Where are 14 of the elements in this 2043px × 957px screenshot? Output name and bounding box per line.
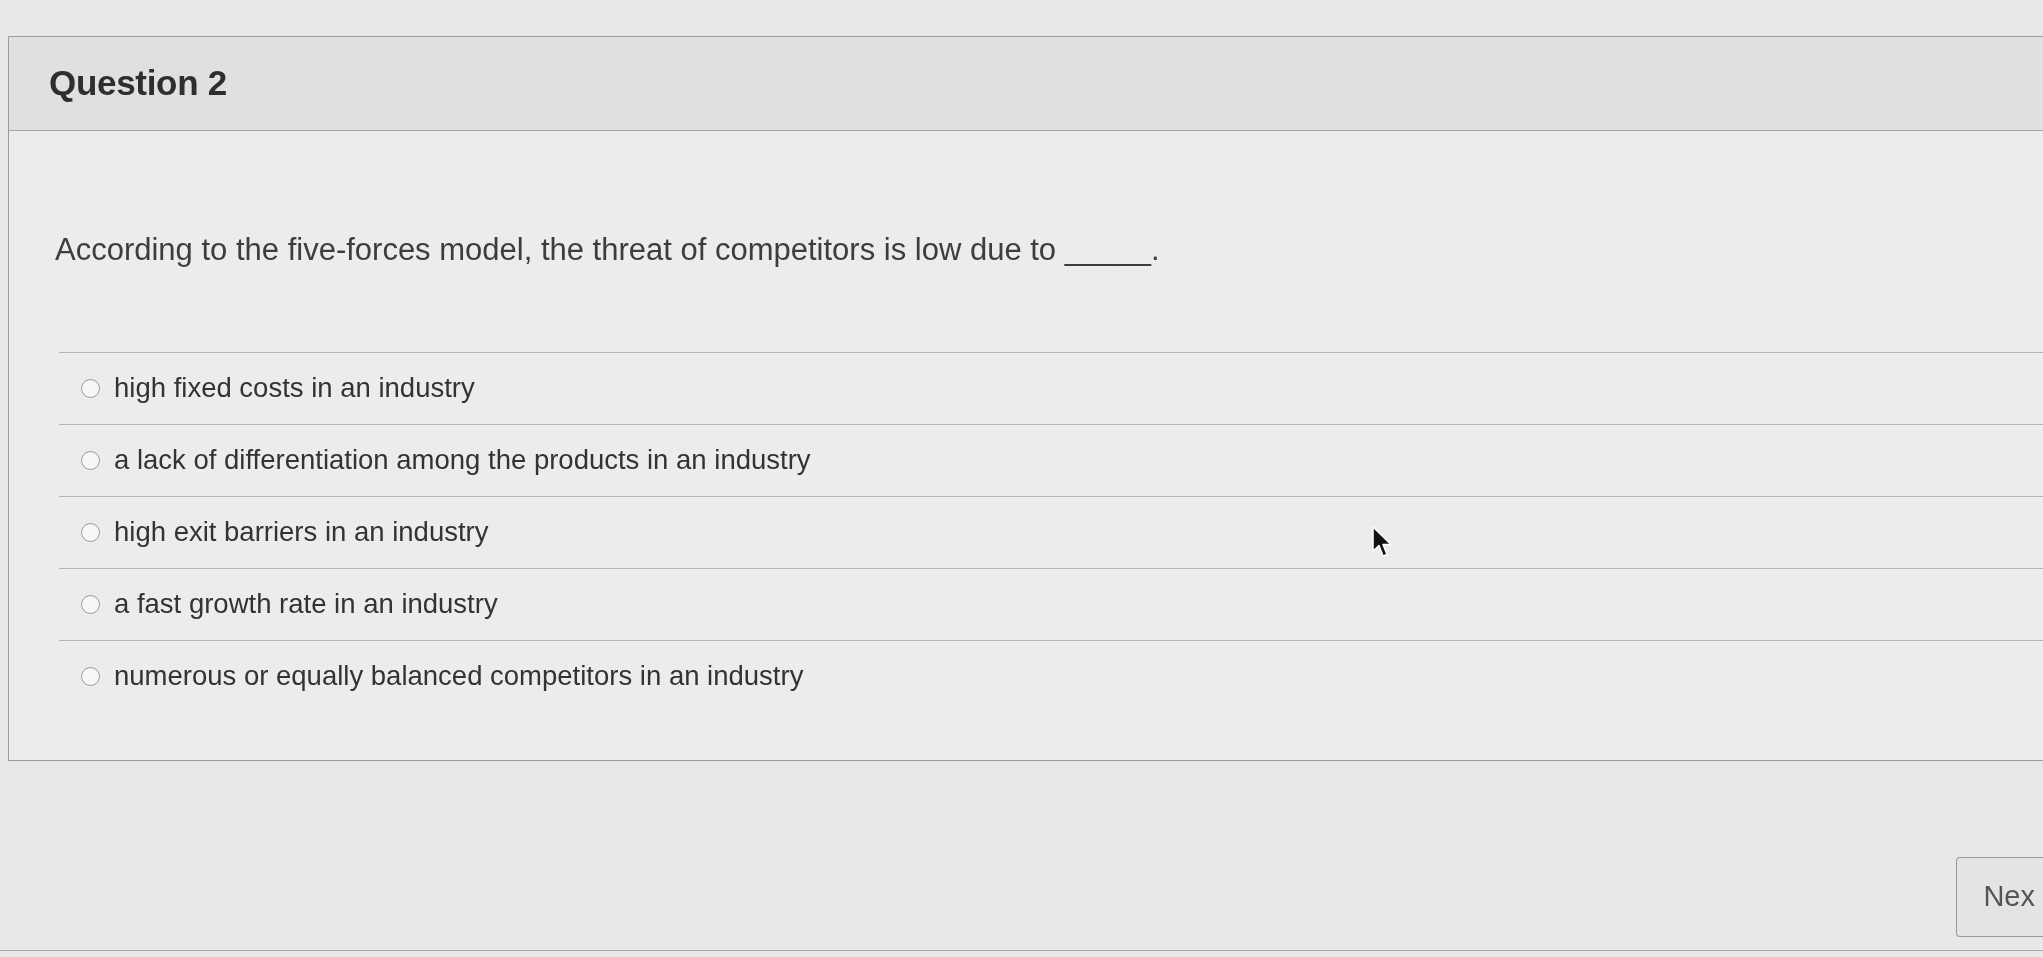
radio-button[interactable] [81, 666, 100, 686]
radio-button[interactable] [81, 594, 100, 614]
mouse-cursor-icon [1372, 526, 1394, 558]
radio-button[interactable] [81, 378, 100, 398]
next-button[interactable]: Nex [1956, 856, 2043, 937]
question-text: According to the five-forces model, the threat of competitors is low due to _____. [55, 231, 1161, 269]
option-label[interactable]: a fast growth rate in an industry [114, 583, 498, 625]
option-label[interactable]: a lack of differentiation among the products in an industry [114, 439, 811, 481]
option-label[interactable]: numerous or equally balanced competitors in an industry [114, 655, 804, 697]
option-label[interactable]: high exit barriers in an industry [114, 511, 489, 553]
radio-button[interactable] [81, 450, 100, 470]
question-title: Question 2 [49, 62, 227, 105]
radio-button[interactable] [81, 522, 100, 542]
option-label[interactable]: high fixed costs in an industry [114, 367, 475, 409]
